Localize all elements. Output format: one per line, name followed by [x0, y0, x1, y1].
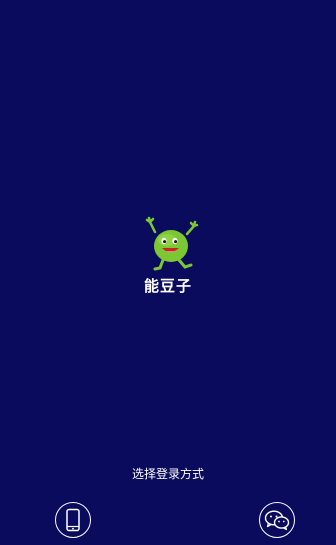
app-name: 能豆子 — [143, 277, 192, 295]
splash-screen: 能豆子 选择登录方式 — [0, 0, 336, 545]
green-bean-mascot-icon — [141, 216, 201, 272]
app-logo — [141, 216, 201, 272]
wechat-login-button[interactable] — [259, 502, 295, 538]
login-method-prompt: 选择登录方式 — [131, 467, 204, 481]
mobile-phone-icon — [66, 508, 80, 532]
phone-login-button[interactable] — [55, 502, 91, 538]
wechat-icon — [264, 510, 290, 531]
